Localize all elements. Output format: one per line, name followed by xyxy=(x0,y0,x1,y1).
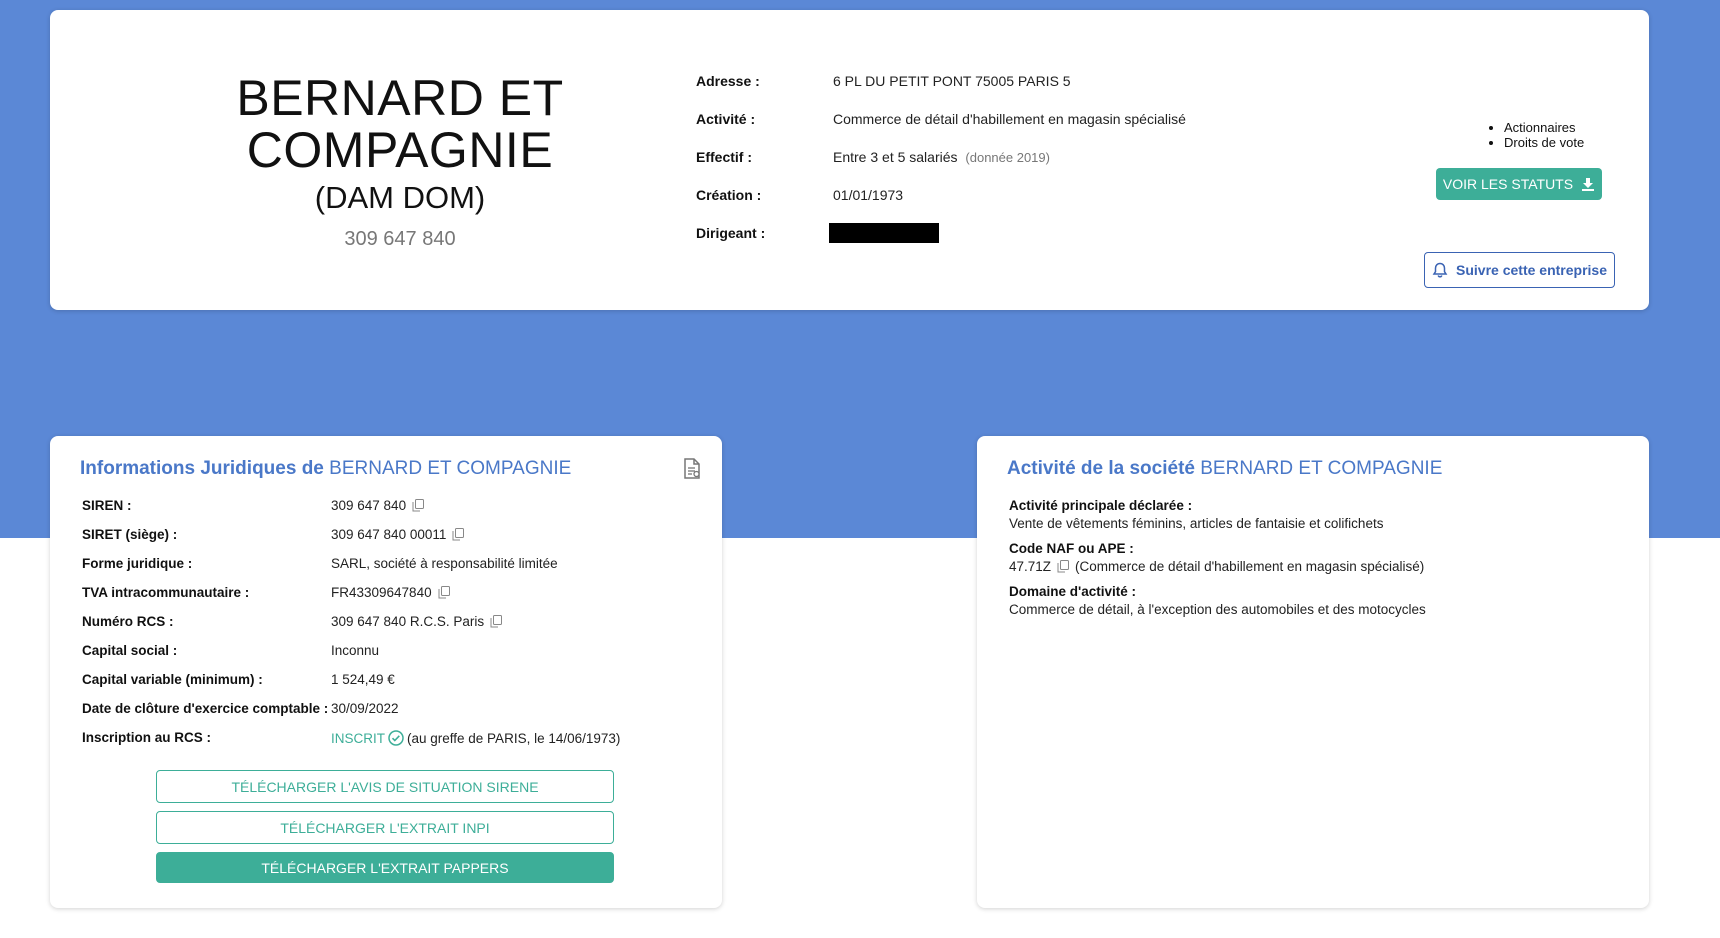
activity-card: Activité de la société BERNARD ET COMPAG… xyxy=(977,436,1649,908)
info-label: Dirigeant : xyxy=(696,225,766,241)
activity-principale-label: Activité principale déclarée : xyxy=(1009,498,1193,513)
info-value xyxy=(829,223,939,246)
info-row-creation: Création : 01/01/1973 xyxy=(696,187,1186,225)
legal-title-company: BERNARD ET COMPAGNIE xyxy=(329,458,572,479)
voir-statuts-button[interactable]: VOIR LES STATUTS xyxy=(1436,168,1602,200)
effectif-note: (donnée 2019) xyxy=(965,150,1050,165)
suivre-entreprise-label: Suivre cette entreprise xyxy=(1456,262,1607,278)
legal-value: Inconnu xyxy=(331,643,380,658)
copy-icon[interactable] xyxy=(412,499,425,512)
legal-value: INSCRIT (au greffe de PARIS, le 14/06/19… xyxy=(331,730,620,746)
info-label: Création : xyxy=(696,187,762,203)
tva-value: FR43309647840 xyxy=(331,585,432,600)
check-circle-icon xyxy=(388,730,404,746)
suivre-entreprise-button[interactable]: Suivre cette entreprise xyxy=(1424,252,1615,288)
telecharger-extrait-inpi-button[interactable]: TÉLÉCHARGER L'EXTRAIT INPI xyxy=(156,811,614,844)
inscrit-status: INSCRIT xyxy=(331,730,385,746)
rcs-value: 309 647 840 R.C.S. Paris xyxy=(331,614,485,629)
legal-row-rcs: Numéro RCS : 309 647 840 R.C.S. Paris xyxy=(82,614,620,643)
telecharger-avis-sirene-button[interactable]: TÉLÉCHARGER L'AVIS DE SITUATION SIRENE xyxy=(156,770,614,803)
copy-icon[interactable] xyxy=(1057,560,1070,573)
document-icon[interactable] xyxy=(682,458,702,480)
domaine-value: Commerce de détail, à l'exception des au… xyxy=(1009,602,1426,617)
company-alias: (DAM DOM) xyxy=(314,180,486,215)
legal-value: 30/09/2022 xyxy=(331,701,399,716)
legal-label: Capital variable (minimum) : xyxy=(82,672,263,687)
activity-principale-value: Vente de vêtements féminins, articles de… xyxy=(1009,516,1384,531)
info-label: Adresse : xyxy=(696,73,760,89)
legal-row-cloture: Date de clôture d'exercice comptable : 3… xyxy=(82,701,620,730)
info-label: Effectif : xyxy=(696,149,752,165)
activity-card-title: Activité de la société BERNARD ET COMPAG… xyxy=(1007,458,1442,480)
statuts-bullet-list: Actionnaires Droits de vote xyxy=(1484,120,1652,150)
code-naf-description: (Commerce de détail d'habillement en mag… xyxy=(1075,559,1425,574)
siren-value: 309 647 840 xyxy=(331,498,407,513)
legal-row-capital: Capital social : Inconnu xyxy=(82,643,620,672)
domaine-label: Domaine d'activité : xyxy=(1009,584,1136,599)
company-header-card: BERNARD ET COMPAGNIE (DAM DOM) 309 647 8… xyxy=(50,10,1649,310)
legal-row-forme: Forme juridique : SARL, société à respon… xyxy=(82,556,620,585)
legal-label: Date de clôture d'exercice comptable : xyxy=(82,701,329,716)
legal-row-tva: TVA intracommunautaire : FR43309647840 xyxy=(82,585,620,614)
company-identity: BERNARD ET COMPAGNIE (DAM DOM) 309 647 8… xyxy=(110,72,690,251)
code-naf-code: 47.71Z xyxy=(1009,559,1052,574)
legal-label: Inscription au RCS : xyxy=(82,730,212,745)
code-naf-value: 47.71Z (Commerce de détail d'habillement… xyxy=(1009,559,1629,574)
info-row-effectif: Effectif : Entre 3 et 5 salariés (donnée… xyxy=(696,149,1186,187)
legal-value: 309 647 840 00011 xyxy=(331,527,465,542)
activity-title-prefix: Activité de la société xyxy=(1007,458,1195,479)
legal-value: 1 524,49 € xyxy=(331,672,395,687)
legal-row-siren: SIREN : 309 647 840 xyxy=(82,498,620,527)
legal-info-card: Informations Juridiques de BERNARD ET CO… xyxy=(50,436,722,908)
company-name: BERNARD ET COMPAGNIE xyxy=(236,70,564,178)
copy-icon[interactable] xyxy=(452,528,465,541)
info-value: 01/01/1973 xyxy=(833,187,904,203)
voir-statuts-label: VOIR LES STATUTS xyxy=(1442,176,1574,192)
legal-value: SARL, société à responsabilité limitée xyxy=(331,556,558,571)
copy-icon[interactable] xyxy=(490,615,503,628)
legal-row-inscription: Inscription au RCS : INSCRIT (au greffe … xyxy=(82,730,620,759)
company-siren: 309 647 840 xyxy=(344,228,456,250)
siret-value: 309 647 840 00011 xyxy=(331,527,447,542)
effectif-value: Entre 3 et 5 salariés xyxy=(833,149,958,165)
legal-value: FR43309647840 xyxy=(331,585,450,600)
download-buttons: TÉLÉCHARGER L'AVIS DE SITUATION SIRENE T… xyxy=(156,770,614,891)
legal-label: TVA intracommunautaire : xyxy=(82,585,250,600)
info-value: 6 PL DU PETIT PONT 75005 PARIS 5 xyxy=(833,73,1071,89)
bell-icon xyxy=(1432,262,1448,277)
redacted-dirigeant xyxy=(829,223,939,243)
legal-rows: SIREN : 309 647 840 SIRET (siège) : 309 … xyxy=(82,498,620,759)
info-row-dirigeant: Dirigeant : xyxy=(696,223,1186,263)
info-value: Commerce de détail d'habillement en maga… xyxy=(833,111,1186,127)
download-icon xyxy=(1582,178,1595,191)
inscription-detail: (au greffe de PARIS, le 14/06/1973) xyxy=(407,730,621,746)
code-naf-label: Code NAF ou APE : xyxy=(1009,541,1134,556)
legal-label: Numéro RCS : xyxy=(82,614,174,629)
legal-value: 309 647 840 R.C.S. Paris xyxy=(331,614,503,629)
activity-rows: Activité principale déclarée : Vente de … xyxy=(1009,498,1629,627)
bullet-actionnaires: Actionnaires xyxy=(1504,120,1652,135)
legal-title-prefix: Informations Juridiques de xyxy=(80,458,324,479)
legal-row-siret: SIRET (siège) : 309 647 840 00011 xyxy=(82,527,620,556)
company-info-grid: Adresse : 6 PL DU PETIT PONT 75005 PARIS… xyxy=(696,73,1186,263)
copy-icon[interactable] xyxy=(438,586,450,599)
info-row-adresse: Adresse : 6 PL DU PETIT PONT 75005 PARIS… xyxy=(696,73,1186,111)
legal-label: SIRET (siège) : xyxy=(82,527,178,542)
legal-value: 309 647 840 xyxy=(331,498,425,513)
legal-label: Capital social : xyxy=(82,643,178,658)
legal-label: SIREN : xyxy=(82,498,132,513)
info-row-activite: Activité : Commerce de détail d'habillem… xyxy=(696,111,1186,149)
activity-title-company: BERNARD ET COMPAGNIE xyxy=(1200,458,1443,479)
bullet-droits-de-vote: Droits de vote xyxy=(1504,135,1652,150)
legal-card-title: Informations Juridiques de BERNARD ET CO… xyxy=(80,458,571,480)
legal-label: Forme juridique : xyxy=(82,556,193,571)
telecharger-extrait-pappers-button[interactable]: TÉLÉCHARGER L'EXTRAIT PAPPERS xyxy=(156,852,614,883)
info-label: Activité : xyxy=(696,111,756,127)
info-value: Entre 3 et 5 salariés (donnée 2019) xyxy=(833,149,1050,165)
statuts-block: Actionnaires Droits de vote xyxy=(1462,120,1652,150)
legal-row-capital-variable: Capital variable (minimum) : 1 524,49 € xyxy=(82,672,620,701)
